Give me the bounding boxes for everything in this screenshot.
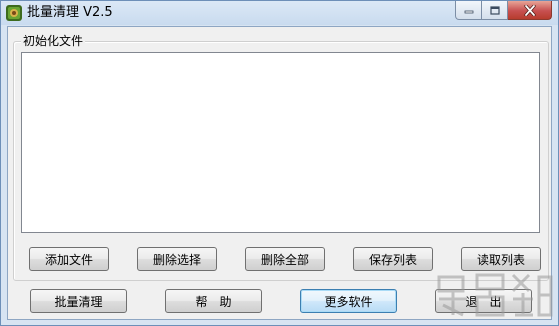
close-icon (523, 4, 536, 16)
read-list-button[interactable]: 读取列表 (461, 247, 541, 271)
batch-clean-button[interactable]: 批量清理 (30, 289, 127, 313)
help-button[interactable]: 帮 助 (165, 289, 262, 313)
window-controls (455, 1, 552, 20)
delete-all-button[interactable]: 删除全部 (245, 247, 325, 271)
more-software-button[interactable]: 更多软件 (300, 289, 397, 313)
groupbox-caption: 初始化文件 (21, 34, 86, 48)
app-icon (6, 5, 22, 21)
minimize-icon (464, 10, 473, 14)
maximize-button[interactable] (482, 1, 508, 20)
window-title: 批量清理 V2.5 (27, 5, 113, 20)
delete-selected-button[interactable]: 删除选择 (137, 247, 217, 271)
main-window: 批量清理 V2.5 初始化文件 添加文件 删除选择 删除全部 保存列表 读取列表… (0, 0, 559, 326)
minimize-button[interactable] (455, 1, 482, 20)
close-button[interactable] (508, 1, 552, 20)
watermark-logo-icon (437, 273, 553, 317)
add-file-button[interactable]: 添加文件 (29, 247, 109, 271)
maximize-icon (489, 5, 500, 15)
file-listbox[interactable] (21, 52, 540, 233)
init-files-groupbox: 初始化文件 添加文件 删除选择 删除全部 保存列表 读取列表 (13, 34, 549, 281)
save-list-button[interactable]: 保存列表 (353, 247, 433, 271)
title-bar[interactable]: 批量清理 V2.5 (1, 1, 558, 25)
